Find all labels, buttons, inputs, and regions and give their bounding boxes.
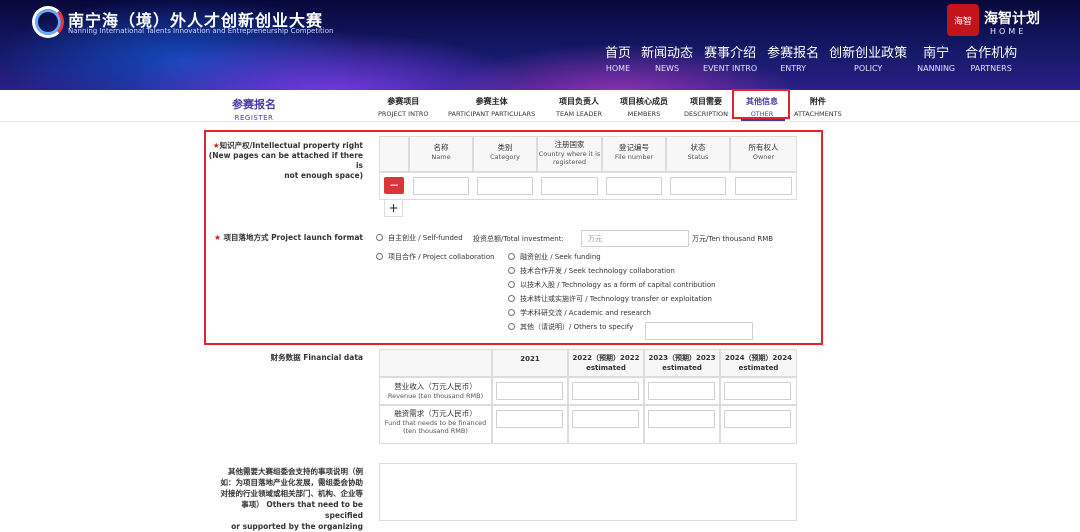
other-support-textarea[interactable] [379, 463, 797, 521]
other-support-label: 其他需要大赛组委会支持的事项说明（例 如：为项目落地产业化发展，需组委会协助 对… [206, 466, 364, 532]
tab-label: 附件 [809, 97, 826, 106]
revenue-2021-input[interactable] [496, 382, 563, 400]
col-subtitle: estimated [586, 364, 626, 372]
active-tab-underline [741, 119, 785, 121]
nav-home[interactable]: 首页 HOME [605, 46, 631, 80]
nav-sublabel: EVENT INTRO [703, 64, 758, 73]
nav-policy[interactable]: 创新创业政策 POLICY [829, 46, 907, 80]
tab-label: 参赛项目 [387, 97, 420, 106]
nav-label: 赛事介绍 [704, 46, 757, 61]
funding-2021-input[interactable] [496, 410, 563, 428]
fin-col-2021: 2021 [492, 349, 568, 377]
label-line: or supported by the organizing [231, 522, 363, 531]
brand-subtitle: HOME [990, 27, 1027, 36]
nav-label: 合作机构 [965, 46, 1018, 61]
tab-attachments[interactable]: 附件 ATTACHMENTS [794, 96, 842, 118]
logo-icon [32, 6, 64, 38]
nav-partners[interactable]: 合作机构 PARTNERS [965, 46, 1017, 80]
label-line: 对接的行业领域或相关部门、机构、企业等 [220, 489, 364, 498]
tab-label: 项目核心成员 [620, 97, 668, 106]
fin-row-funding-label: 融资需求（万元人民币） Fund that needs to be finance… [379, 405, 492, 444]
tab-participant[interactable]: 参赛主体 PARTICIPANT PARTICULARS [448, 96, 535, 118]
nav-label: 首页 [605, 46, 632, 61]
financial-label: 财务数据 Financial data [270, 353, 363, 362]
row-subtitle: Fund that needs to be financed [384, 419, 487, 427]
fin-row-revenue-label: 营业收入（万元人民币） Revenue (ten thousand RMB) [379, 377, 492, 405]
nav-event-intro[interactable]: 赛事介绍 EVENT INTRO [703, 46, 757, 80]
tab-sublabel: PARTICIPANT PARTICULARS [448, 110, 536, 118]
tab-members[interactable]: 项目核心成员 MEMBERS [620, 96, 668, 118]
col-title: 2023（预期）2023 [648, 354, 716, 362]
row-title: 融资需求（万元人民币） [394, 409, 477, 418]
nav-label: 创新创业政策 [829, 46, 908, 61]
nav-label: 南宁 [923, 46, 950, 61]
register-heading: 参赛报名 REGISTER [232, 96, 276, 122]
nav-news[interactable]: 新闻动态 NEWS [641, 46, 693, 80]
tab-team-leader[interactable]: 项目负责人 TEAM LEADER [556, 96, 602, 118]
brand-title: 海智计划 [984, 11, 1040, 27]
register-title: 参赛报名 [232, 98, 276, 111]
highlight-frame-form [204, 130, 823, 345]
nav-sublabel: HOME [605, 64, 631, 73]
col-subtitle: estimated [738, 364, 779, 372]
nav-sublabel: POLICY [854, 64, 883, 73]
header-banner: 南宁海（境）外人才创新创业大赛 Nanning International Ta… [0, 0, 1080, 90]
nav-sublabel: ENTRY [780, 64, 807, 73]
funding-2022-input[interactable] [572, 410, 639, 428]
funding-2023-input[interactable] [648, 410, 715, 428]
tab-sublabel: PROJECT INTRO [378, 110, 429, 118]
nav-sublabel: NANNING [917, 64, 956, 73]
fin-header-blank [379, 349, 492, 377]
tab-project-intro[interactable]: 参赛项目 PROJECT INTRO [378, 96, 429, 118]
revenue-2024-input[interactable] [724, 382, 791, 400]
nav-nanning[interactable]: 南宁 NANNING [917, 46, 955, 80]
logo-subtitle: Nanning International Talents Innovation… [68, 27, 334, 35]
tab-sublabel: ATTACHMENTS [794, 110, 842, 118]
col-title: 2021 [520, 355, 540, 363]
tab-description[interactable]: 项目需要 DESCRIPTION [684, 96, 728, 118]
tab-sublabel: DESCRIPTION [684, 110, 728, 118]
funding-2024-input[interactable] [724, 410, 791, 428]
register-subtitle: REGISTER [234, 114, 274, 122]
col-title: 2024（预期）2024 [725, 354, 792, 362]
registration-subnav: 参赛报名 REGISTER 参赛项目 PROJECT INTRO 参赛主体 PART… [0, 90, 1080, 122]
row-subtitle: Revenue (ten thousand RMB) [387, 392, 484, 400]
fin-col-2023: 2023（预期）2023 estimated [644, 349, 720, 377]
nav-label: 参赛报名 [767, 46, 820, 61]
nav-entry[interactable]: 参赛报名 ENTRY [767, 46, 819, 80]
tab-sublabel: MEMBERS [627, 110, 661, 118]
label-line: 其他需要大赛组委会支持的事项说明（例 [228, 467, 363, 476]
label-line: 如：为项目落地产业化发展，需组委会协助 [220, 478, 364, 487]
fin-col-2022: 2022（预期）2022 estimated [568, 349, 644, 377]
seal-logo: 海智 [947, 4, 979, 36]
tab-label: 项目需要 [690, 97, 722, 106]
col-title: 2022（预期）2022 [572, 354, 640, 362]
nav-sublabel: PARTNERS [970, 64, 1012, 73]
fin-col-2024: 2024（预期）2024 estimated [720, 349, 797, 377]
tab-sublabel: TEAM LEADER [556, 110, 603, 118]
row-subtitle: (ten thousand RMB) [403, 427, 468, 435]
revenue-2023-input[interactable] [648, 382, 715, 400]
row-title: 营业收入（万元人民币） [394, 382, 477, 391]
nav-sublabel: NEWS [655, 64, 680, 73]
main-nav: 首页 HOME 新闻动态 NEWS 赛事介绍 EVENT INTRO 参赛报名 ENTR… [600, 46, 1022, 80]
col-subtitle: estimated [662, 364, 702, 372]
revenue-2022-input[interactable] [572, 382, 639, 400]
tab-label: 参赛主体 [475, 97, 508, 106]
tab-label: 项目负责人 [559, 97, 599, 106]
nav-label: 新闻动态 [641, 46, 694, 61]
label-line: 事项） Others that need to be specified [241, 500, 363, 520]
highlight-frame-tab [732, 89, 790, 119]
